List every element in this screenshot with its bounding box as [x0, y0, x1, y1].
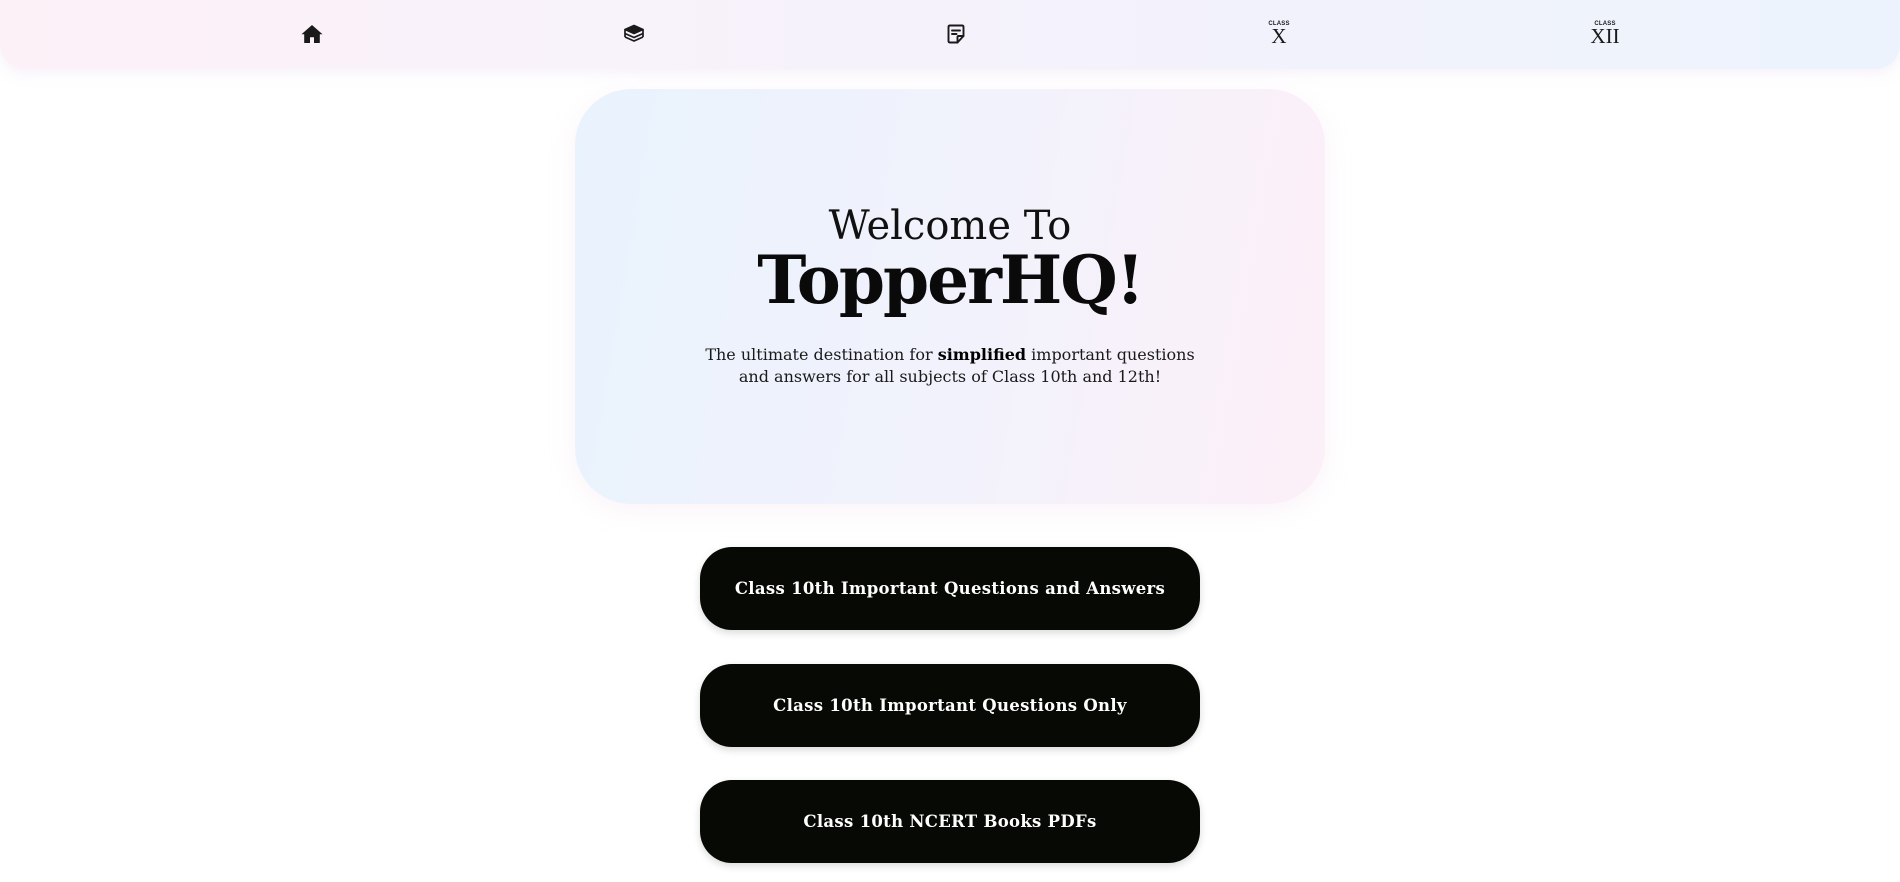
- nav-home[interactable]: [292, 14, 332, 54]
- class-xii-icon: CLASS XII: [1590, 21, 1619, 47]
- hero-card: Welcome To TopperHQ! The ultimate destin…: [575, 89, 1325, 504]
- notes-icon: [944, 22, 968, 46]
- hero-tagline: The ultimate destination for simplified …: [700, 344, 1200, 388]
- books-stack-icon: [622, 22, 646, 46]
- nav-class-xii[interactable]: CLASS XII: [1585, 14, 1625, 54]
- class-xii-numeral: XII: [1590, 24, 1620, 48]
- nav-notes[interactable]: [936, 14, 976, 54]
- nav-books[interactable]: [614, 14, 654, 54]
- brand-title: TopperHQ!: [757, 241, 1144, 319]
- class-10-questions-answers-button[interactable]: Class 10th Important Questions and Answe…: [700, 547, 1200, 630]
- nav-class-x[interactable]: CLASS X: [1259, 14, 1299, 54]
- class-x-numeral: X: [1271, 24, 1287, 48]
- tagline-text-start: The ultimate destination for: [705, 345, 938, 364]
- tagline-emphasis: simplified: [937, 345, 1027, 364]
- home-icon: [300, 22, 324, 46]
- top-navigation-bar: CLASS X CLASS XII: [0, 0, 1900, 69]
- class-10-questions-only-button[interactable]: Class 10th Important Questions Only: [700, 664, 1200, 747]
- class-10-ncert-books-button[interactable]: Class 10th NCERT Books PDFs: [700, 780, 1200, 863]
- class-x-icon: CLASS X: [1268, 21, 1289, 47]
